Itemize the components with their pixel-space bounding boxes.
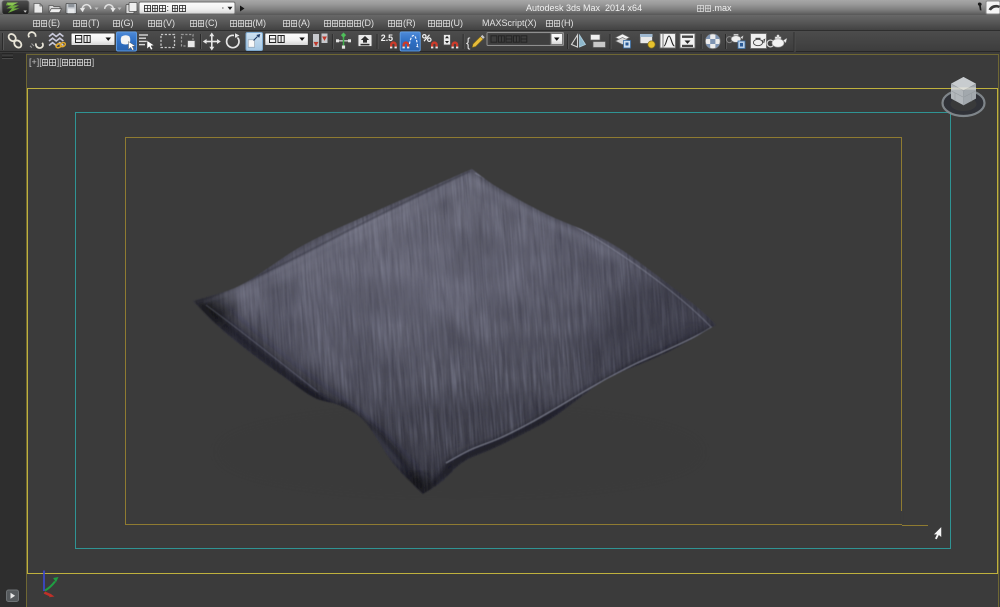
svg-text:2.5: 2.5: [381, 33, 393, 43]
svg-text:{: {: [466, 35, 471, 50]
